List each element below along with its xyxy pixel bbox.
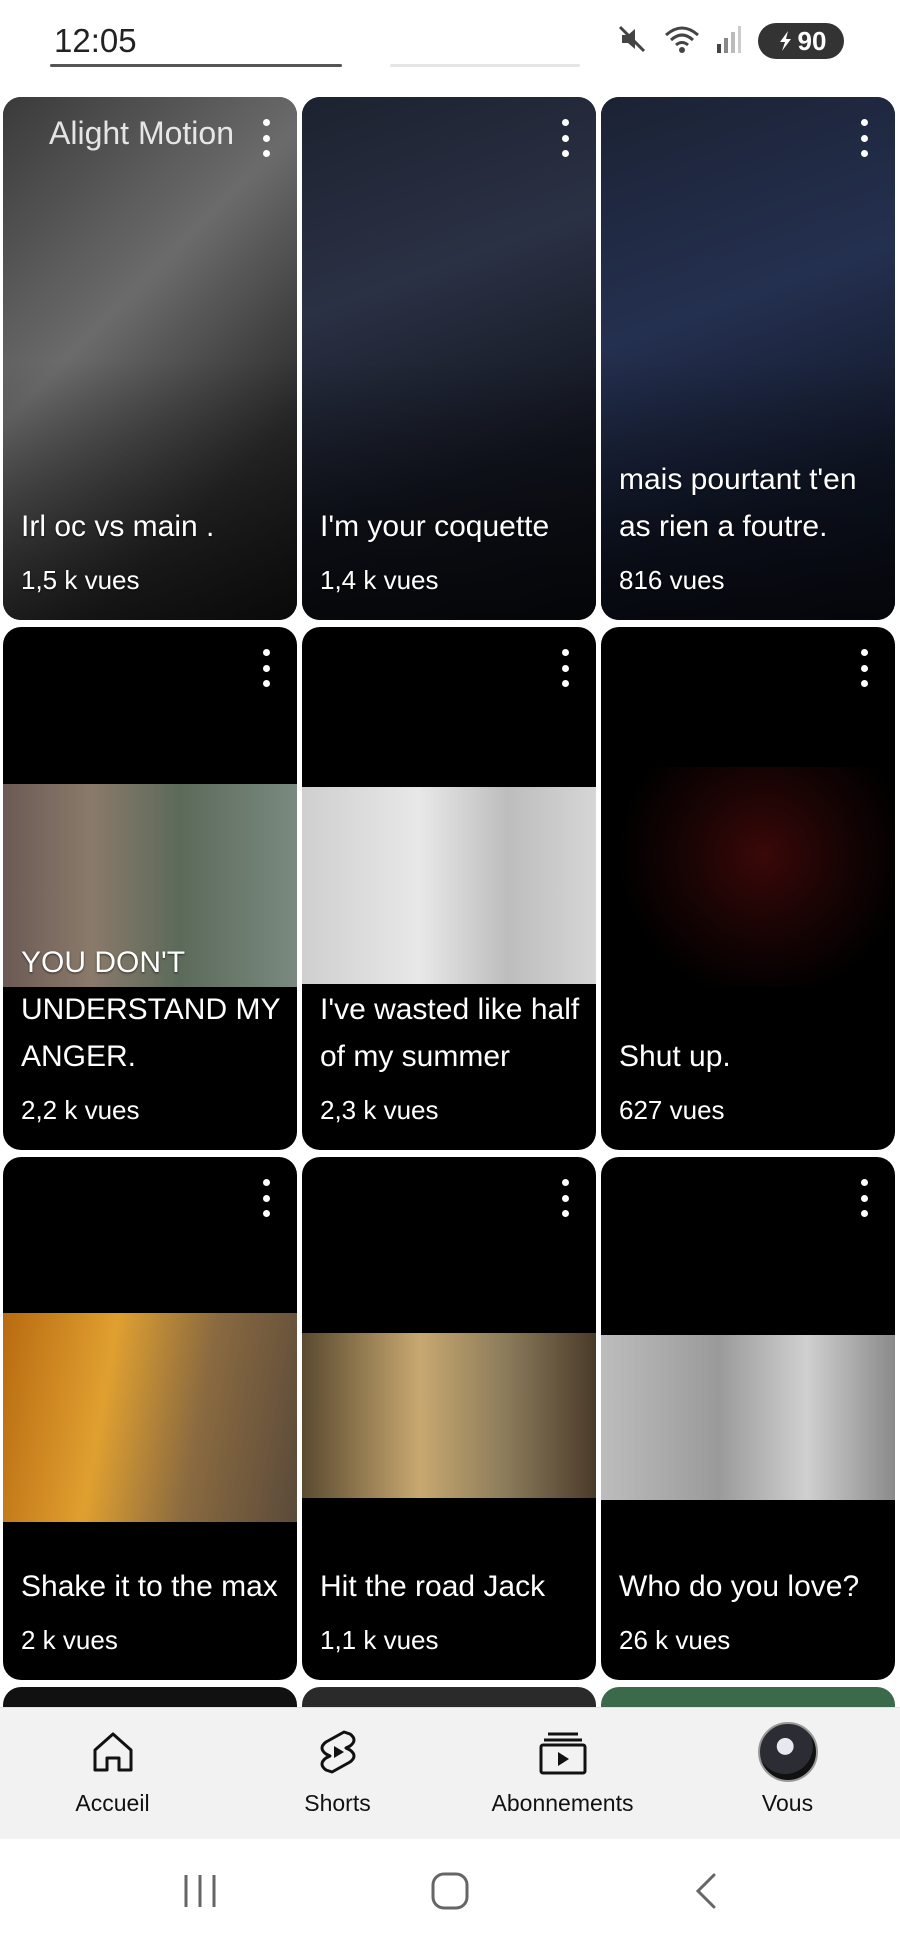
video-title: I've wasted like half of my summer <box>320 993 580 1073</box>
battery-icon: 90 <box>758 23 844 59</box>
video-title: Irl oc vs main . <box>21 510 215 543</box>
more-options-icon[interactable] <box>859 119 869 157</box>
mute-icon <box>616 23 648 60</box>
more-options-icon[interactable] <box>261 1179 271 1217</box>
more-options-icon[interactable] <box>560 119 570 157</box>
shorts-grid: Alight Motion Irl oc vs main . 1,5 k vue… <box>0 97 900 1707</box>
video-views: 1,4 k vues <box>320 565 439 595</box>
more-options-icon[interactable] <box>560 649 570 687</box>
more-options-icon[interactable] <box>261 119 271 157</box>
video-card[interactable]: YOU DON'T UNDERSTAND MY ANGER. 2,2 k vue… <box>3 627 297 1150</box>
video-card[interactable]: Shut up. 627 vues <box>601 627 895 1150</box>
video-title: mais pourtant t'en as rien a foutre. <box>619 463 857 543</box>
nav-accueil[interactable]: Accueil <box>0 1708 225 1840</box>
shorts-icon <box>314 1728 362 1781</box>
video-thumbnail <box>302 787 596 984</box>
video-title: YOU DON'T UNDERSTAND MY ANGER. <box>21 946 280 1073</box>
status-bar: 12:05 90 <box>0 0 900 92</box>
video-card-partial[interactable] <box>3 1687 297 1707</box>
video-card[interactable]: I'm your coquette 1,4 k vues <box>302 97 596 620</box>
video-title: Who do you love? <box>619 1570 860 1603</box>
status-time: 12:05 <box>54 22 137 59</box>
video-card[interactable]: mais pourtant t'en as rien a foutre. 816… <box>601 97 895 620</box>
video-card[interactable]: Who do you love? 26 k vues <box>601 1157 895 1680</box>
video-views: 26 k vues <box>619 1625 731 1655</box>
video-views: 2 k vues <box>21 1625 118 1655</box>
more-options-icon[interactable] <box>859 1179 869 1217</box>
nav-label: Vous <box>761 1790 814 1816</box>
video-card[interactable]: Shake it to the max 2 k vues <box>3 1157 297 1680</box>
bottom-navigation: Accueil Shorts Abonnements Vous <box>0 1707 900 1840</box>
subscriptions-icon <box>538 1728 588 1781</box>
status-underline-secondary <box>390 64 580 67</box>
video-views: 1,1 k vues <box>320 1625 439 1655</box>
recents-icon[interactable] <box>180 1871 220 1916</box>
avatar <box>757 1722 818 1782</box>
video-card[interactable]: Alight Motion Irl oc vs main . 1,5 k vue… <box>3 97 297 620</box>
video-thumbnail <box>302 1333 596 1498</box>
nav-label: Shorts <box>304 1790 371 1816</box>
nav-label: Accueil <box>75 1790 150 1816</box>
wifi-icon <box>664 23 700 60</box>
home-icon <box>89 1728 137 1781</box>
video-thumbnail <box>3 1313 297 1522</box>
watermark: Alight Motion <box>49 115 234 151</box>
video-title: Shake it to the max <box>21 1570 278 1603</box>
battery-level: 90 <box>797 25 827 56</box>
video-views: 2,3 k vues <box>320 1095 439 1125</box>
signal-icon <box>716 24 742 59</box>
video-views: 627 vues <box>619 1095 725 1125</box>
video-views: 1,5 k vues <box>21 565 140 595</box>
video-title: I'm your coquette <box>320 510 550 543</box>
back-icon[interactable] <box>688 1871 728 1916</box>
video-title: Shut up. <box>619 1040 731 1073</box>
video-views: 816 vues <box>619 565 725 595</box>
status-underline <box>50 64 342 67</box>
nav-label: Abonnements <box>491 1790 634 1816</box>
video-card-partial[interactable] <box>601 1687 895 1707</box>
video-card[interactable]: Hit the road Jack 1,1 k vues <box>302 1157 596 1680</box>
more-options-icon[interactable] <box>560 1179 570 1217</box>
more-options-icon[interactable] <box>859 649 869 687</box>
video-title: Hit the road Jack <box>320 1570 546 1603</box>
video-thumbnail <box>601 1335 895 1500</box>
status-icons: 90 <box>616 22 844 60</box>
more-options-icon[interactable] <box>261 649 271 687</box>
video-card[interactable]: I've wasted like half of my summer 2,3 k… <box>302 627 596 1150</box>
video-card-partial[interactable] <box>302 1687 596 1707</box>
system-navigation <box>0 1839 900 1950</box>
nav-vous[interactable]: Vous <box>675 1708 900 1840</box>
video-views: 2,2 k vues <box>21 1095 140 1125</box>
video-thumbnail <box>601 767 895 987</box>
home-button-icon[interactable] <box>430 1871 470 1916</box>
nav-abonnements[interactable]: Abonnements <box>450 1708 675 1840</box>
nav-shorts[interactable]: Shorts <box>225 1708 450 1840</box>
